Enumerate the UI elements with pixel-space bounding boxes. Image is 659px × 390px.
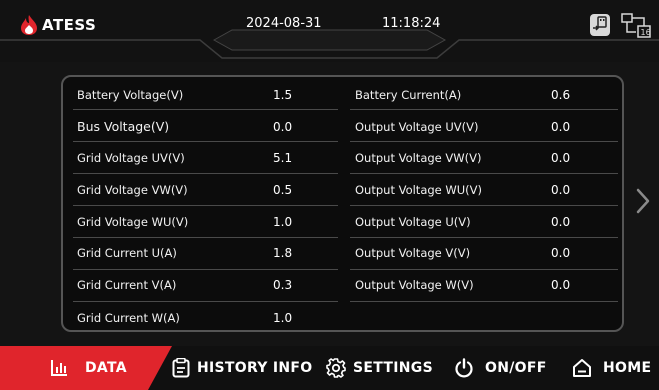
data-label: Output Voltage W(V) bbox=[355, 277, 474, 292]
time-display: 11:18:24 bbox=[382, 16, 441, 31]
row-divider bbox=[350, 301, 618, 302]
data-value: 0.0 bbox=[551, 150, 571, 165]
nav-label: DATA bbox=[85, 360, 127, 376]
usb-drive-icon[interactable] bbox=[589, 13, 611, 37]
data-row: Output Voltage UV(V) 0.0 bbox=[355, 111, 615, 142]
data-value: 0.3 bbox=[273, 277, 293, 292]
nav-home[interactable]: HOME bbox=[572, 346, 651, 390]
data-row: Output Voltage V(V) 0.0 bbox=[355, 237, 615, 268]
data-label: Grid Current W(A) bbox=[77, 310, 180, 325]
document-icon bbox=[172, 358, 190, 378]
data-row: Bus Voltage(V) 0.0 bbox=[77, 111, 337, 142]
chevron-right-icon[interactable] bbox=[635, 188, 651, 214]
data-value: 0.0 bbox=[273, 119, 293, 134]
flame-logo-icon bbox=[21, 15, 37, 35]
data-label: Output Voltage V(V) bbox=[355, 245, 471, 260]
gear-icon bbox=[326, 358, 346, 378]
data-label: Grid Current U(A) bbox=[77, 245, 177, 260]
nav-label: HISTORY INFO bbox=[197, 360, 313, 376]
network-icon[interactable]: 16 bbox=[620, 12, 652, 40]
data-row: Battery Current(A) 0.6 bbox=[355, 79, 615, 110]
data-value: 1.5 bbox=[273, 87, 293, 102]
svg-text:16: 16 bbox=[641, 28, 651, 37]
nav-label: ON/OFF bbox=[485, 360, 547, 376]
data-value: 0.0 bbox=[551, 182, 571, 197]
data-label: Output Voltage U(V) bbox=[355, 214, 471, 229]
data-row: Output Voltage VW(V) 0.0 bbox=[355, 142, 615, 173]
header-bar: ATESS 2024-08-31 11:18:24 16 bbox=[0, 0, 659, 62]
data-row: Output Voltage W(V) 0.0 bbox=[355, 269, 615, 300]
data-label: Output Voltage VW(V) bbox=[355, 150, 482, 165]
atess-logo: ATESS bbox=[20, 14, 96, 36]
row-divider bbox=[73, 109, 338, 110]
data-label: Battery Voltage(V) bbox=[77, 87, 184, 102]
nav-label: SETTINGS bbox=[353, 360, 433, 376]
data-label: Grid Voltage WU(V) bbox=[77, 214, 189, 229]
data-label: Grid Current V(A) bbox=[77, 277, 177, 292]
data-row: Grid Current U(A) 1.8 bbox=[77, 237, 337, 268]
data-value: 1.8 bbox=[273, 245, 293, 260]
nav-label: HOME bbox=[603, 360, 652, 376]
date-display: 2024-08-31 bbox=[246, 16, 322, 31]
header-frame bbox=[0, 29, 659, 59]
data-row: Battery Voltage(V) 1.5 bbox=[77, 79, 337, 110]
data-value: 5.1 bbox=[273, 150, 293, 165]
home-icon bbox=[573, 359, 591, 377]
data-label: Battery Current(A) bbox=[355, 87, 462, 102]
logo-text: ATESS bbox=[42, 16, 97, 34]
data-row: Grid Voltage UV(V) 5.1 bbox=[77, 142, 337, 173]
data-value: 1.0 bbox=[273, 310, 293, 325]
data-panel: Battery Voltage(V) 1.5 Bus Voltage(V) 0.… bbox=[61, 75, 624, 332]
data-label: Output Voltage UV(V) bbox=[355, 119, 479, 134]
data-label: Bus Voltage(V) bbox=[77, 119, 170, 134]
data-row: Grid Voltage VW(V) 0.5 bbox=[77, 174, 337, 205]
data-value: 1.0 bbox=[273, 214, 293, 229]
data-row: Output Voltage U(V) 0.0 bbox=[355, 206, 615, 237]
data-value: 0.0 bbox=[551, 245, 571, 260]
nav-settings[interactable]: SETTINGS bbox=[326, 346, 433, 390]
data-row: Grid Voltage WU(V) 1.0 bbox=[77, 206, 337, 237]
data-value: 0.0 bbox=[551, 214, 571, 229]
nav-on-off[interactable]: ON/OFF bbox=[454, 346, 547, 390]
data-value: 0.0 bbox=[551, 277, 571, 292]
data-row: Output Voltage WU(V) 0.0 bbox=[355, 174, 615, 205]
data-value: 0.5 bbox=[273, 182, 293, 197]
nav-data[interactable]: DATA bbox=[50, 346, 127, 390]
nav-history-info[interactable]: HISTORY INFO bbox=[172, 346, 312, 390]
data-row: Grid Current W(A) 1.0 bbox=[77, 302, 337, 333]
data-value: 0.0 bbox=[551, 119, 571, 134]
bar-chart-icon bbox=[51, 360, 67, 376]
data-label: Grid Voltage UV(V) bbox=[77, 150, 185, 165]
row-divider bbox=[350, 109, 618, 110]
data-label: Output Voltage WU(V) bbox=[355, 182, 483, 197]
data-label: Grid Voltage VW(V) bbox=[77, 182, 188, 197]
bottom-nav: DATA HISTORY INFO SETTINGS ON/OFF HOME bbox=[0, 346, 659, 390]
data-value: 0.6 bbox=[551, 87, 571, 102]
power-icon bbox=[455, 358, 473, 378]
data-row: Grid Current V(A) 0.3 bbox=[77, 269, 337, 300]
